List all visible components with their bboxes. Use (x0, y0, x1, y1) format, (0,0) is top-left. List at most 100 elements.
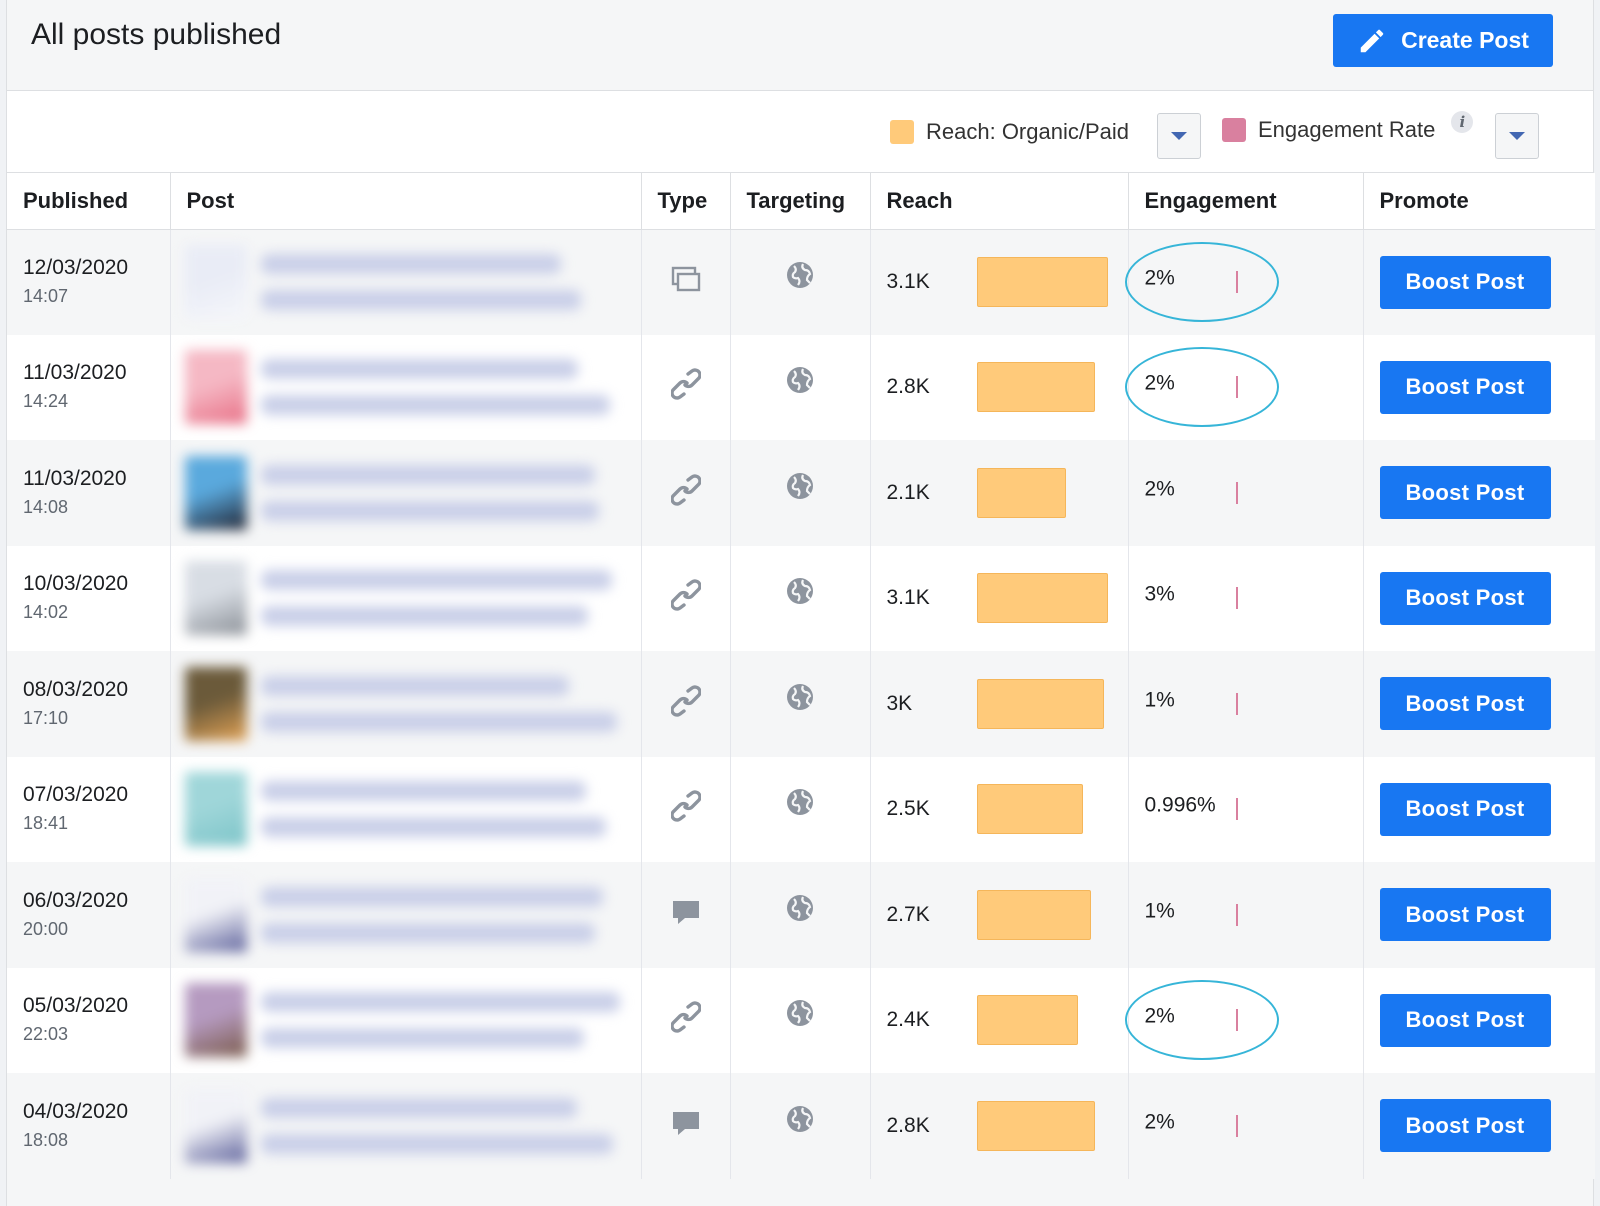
post-preview[interactable] (184, 983, 641, 1058)
promote-cell: Boost Post (1363, 440, 1595, 546)
reach-cell: 3.1K (870, 229, 1129, 335)
reach-value: 3.1K (886, 270, 930, 293)
post-preview[interactable] (184, 350, 641, 425)
table-row[interactable]: 06/03/2020 20:00 2.7K 1% Boost Post (7, 862, 1595, 968)
engagement-value: 2% (1144, 266, 1175, 290)
post-thumbnail[interactable] (184, 983, 247, 1058)
column-header-targeting[interactable]: Targeting (730, 173, 871, 230)
post-thumbnail[interactable] (184, 245, 247, 319)
post-thumbnail[interactable] (184, 1088, 247, 1163)
table-row[interactable]: 04/03/2020 18:08 2.8K 2% Boost Post (7, 1073, 1595, 1179)
engagement-bar[interactable] (1235, 1114, 1238, 1137)
reach-bar[interactable] (976, 362, 1096, 413)
boost-post-button[interactable]: Boost Post (1379, 993, 1551, 1047)
post-cell[interactable] (170, 1073, 642, 1179)
post-thumbnail[interactable] (184, 455, 247, 530)
engagement-bar[interactable] (1235, 692, 1238, 715)
post-thumbnail[interactable] (184, 350, 247, 425)
column-header-promote[interactable]: Promote (1363, 173, 1595, 230)
table-row[interactable]: 05/03/2020 22:03 2.4K 2% Boost Post (7, 967, 1595, 1073)
post-preview[interactable] (184, 561, 641, 636)
post-preview[interactable] (184, 1088, 641, 1163)
boost-post-button[interactable]: Boost Post (1379, 782, 1551, 836)
post-text-blurred (260, 675, 621, 732)
table-row[interactable]: 11/03/2020 14:08 2.1K 2% Boost Post (7, 440, 1595, 546)
post-preview[interactable] (184, 455, 641, 530)
engagement-metric-dropdown[interactable] (1495, 113, 1539, 159)
post-cell[interactable] (170, 862, 642, 968)
column-header-post[interactable]: Post (170, 173, 642, 230)
engagement-bar[interactable] (1235, 903, 1238, 926)
engagement-bar[interactable] (1235, 587, 1238, 610)
post-cell[interactable] (170, 440, 642, 546)
boost-post-button[interactable]: Boost Post (1379, 466, 1551, 520)
published-time: 18:41 (23, 813, 69, 834)
reach-value: 3K (886, 691, 913, 715)
column-header-type[interactable]: Type (641, 173, 731, 230)
link-icon (669, 368, 702, 406)
post-preview[interactable] (184, 245, 641, 319)
post-cell[interactable] (170, 756, 642, 862)
reach-bar[interactable] (976, 995, 1079, 1046)
reach-bar[interactable] (976, 467, 1066, 518)
table-row[interactable]: 10/03/2020 14:02 3.1K 3% Boost Post (7, 545, 1595, 651)
post-thumbnail[interactable] (184, 666, 247, 741)
engagement-cell: 3% (1128, 545, 1364, 651)
post-preview[interactable] (184, 666, 641, 741)
post-thumbnail[interactable] (184, 772, 247, 847)
reach-cell: 2.8K (870, 334, 1129, 440)
info-icon[interactable]: i (1451, 111, 1474, 133)
create-post-button[interactable]: Create Post (1333, 14, 1553, 67)
reach-bar[interactable] (976, 573, 1108, 624)
reach-bar[interactable] (976, 1100, 1096, 1151)
post-cell[interactable] (170, 229, 642, 335)
engagement-bar[interactable] (1235, 1009, 1238, 1032)
targeting-cell (730, 756, 871, 862)
boost-post-button[interactable]: Boost Post (1379, 360, 1551, 414)
engagement-swatch (1222, 118, 1246, 142)
reach-metric-dropdown[interactable] (1157, 113, 1201, 159)
reach-bar[interactable] (976, 784, 1083, 835)
post-thumbnail[interactable] (184, 877, 247, 952)
reach-bar[interactable] (976, 889, 1092, 940)
column-header-reach[interactable]: Reach (870, 173, 1129, 230)
boost-post-button[interactable]: Boost Post (1379, 255, 1551, 309)
type-cell (641, 862, 731, 968)
engagement-bar[interactable] (1235, 271, 1238, 293)
post-thumbnail[interactable] (184, 561, 247, 636)
promote-cell: Boost Post (1363, 334, 1595, 440)
engagement-bar[interactable] (1235, 481, 1238, 504)
boost-post-button[interactable]: Boost Post (1379, 888, 1551, 942)
engagement-bar[interactable] (1235, 376, 1238, 399)
chevron-down-icon (1171, 132, 1187, 140)
post-text-blurred (260, 1097, 621, 1154)
engagement-value: 0.996% (1144, 793, 1216, 817)
boost-post-button[interactable]: Boost Post (1379, 1099, 1551, 1153)
boost-post-button[interactable]: Boost Post (1379, 677, 1551, 731)
column-header-engagement[interactable]: Engagement (1128, 173, 1364, 230)
post-cell[interactable] (170, 967, 642, 1073)
targeting-cell (730, 229, 871, 335)
post-preview[interactable] (184, 772, 641, 847)
globe-icon (786, 577, 814, 611)
link-icon (669, 685, 702, 723)
post-preview[interactable] (184, 877, 641, 952)
reach-bar[interactable] (976, 678, 1104, 729)
posts-table: Published Post Type Targeting Reach Enga… (7, 173, 1595, 1179)
status-icon (671, 898, 701, 932)
globe-icon (786, 683, 814, 717)
post-cell[interactable] (170, 334, 642, 440)
boost-post-button[interactable]: Boost Post (1379, 571, 1551, 625)
post-cell[interactable] (170, 545, 642, 651)
post-text-blurred (260, 886, 621, 943)
type-cell (641, 651, 731, 757)
table-row[interactable]: 11/03/2020 14:24 2.8K 2% Boost Post (7, 334, 1595, 440)
column-header-published[interactable]: Published (7, 173, 171, 230)
table-row[interactable]: 12/03/2020 14:07 3.1K 2% Boost Post (7, 229, 1595, 335)
post-cell[interactable] (170, 651, 642, 757)
reach-bar[interactable] (976, 257, 1108, 307)
engagement-cell: 0.996% (1128, 756, 1364, 862)
engagement-bar[interactable] (1235, 798, 1238, 821)
table-row[interactable]: 08/03/2020 17:10 3K 1% Boost Post (7, 651, 1595, 757)
table-row[interactable]: 07/03/2020 18:41 2.5K 0.996% Boost Post (7, 756, 1595, 862)
